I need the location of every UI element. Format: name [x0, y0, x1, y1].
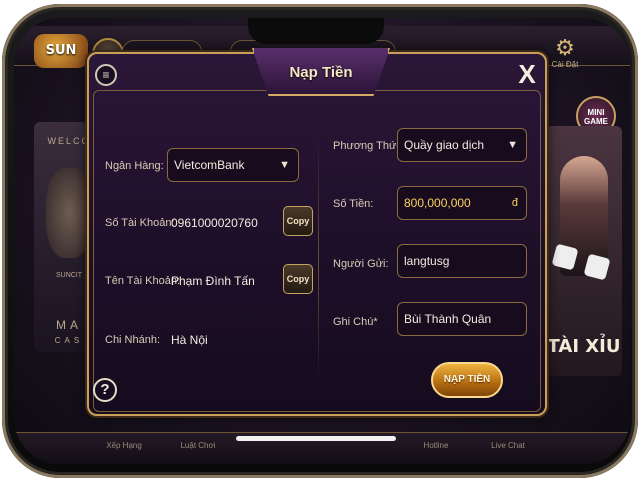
- copy-account-name-button[interactable]: Copy: [283, 264, 313, 294]
- deposit-modal: Nạp Tiền X ≡ Ngân Hàng: VietcomBank ▼ Số…: [87, 48, 547, 416]
- branch-value: Hà Nội: [171, 333, 208, 347]
- receipt-icon[interactable]: ≡: [95, 64, 117, 86]
- copy-account-number-button[interactable]: Copy: [283, 206, 313, 236]
- taixiu-label: TÀI XỈU: [547, 336, 621, 357]
- bottom-item-live-chat[interactable]: Live Chat: [478, 441, 538, 450]
- game-logo: SUN: [34, 34, 88, 68]
- sender-value: langtusg: [404, 254, 450, 268]
- bank-label: Ngân Hàng:: [105, 160, 164, 172]
- bottom-item-ranking[interactable]: Xếp Hạng: [94, 441, 154, 450]
- bottom-item-hotline[interactable]: Hotline: [406, 441, 466, 450]
- method-select[interactable]: Quầy giao dịch ▼: [397, 128, 527, 162]
- home-indicator: [236, 436, 396, 441]
- sender-input[interactable]: langtusg: [397, 244, 527, 278]
- phone-notch: [248, 18, 384, 44]
- note-input[interactable]: Bùi Thành Quân: [397, 302, 527, 336]
- bank-select-value: VietcomBank: [174, 158, 245, 172]
- sender-label: Người Gửi:: [333, 258, 389, 270]
- branch-label: Chi Nhánh:: [105, 334, 161, 346]
- casino-emblem: [46, 168, 92, 258]
- close-button[interactable]: X: [513, 60, 541, 88]
- gear-icon: ⚙: [555, 35, 575, 60]
- amount-input[interactable]: 800,000,000 đ: [397, 186, 527, 220]
- settings-label: Cài Đặt: [551, 60, 579, 69]
- column-divider: [318, 134, 319, 384]
- account-name-value: Phạm Đình Tấn: [171, 274, 255, 288]
- method-select-value: Quầy giao dịch: [404, 138, 485, 152]
- taixiu-promo-banner[interactable]: TÀI XỈU: [546, 126, 622, 376]
- amount-value: 800,000,000: [404, 196, 471, 210]
- currency-unit: đ: [511, 197, 518, 209]
- amount-label: Số Tiền:: [333, 198, 374, 210]
- method-label: Phương Thức:: [333, 140, 405, 152]
- account-name-label: Tên Tài Khoản:: [105, 275, 181, 287]
- help-icon[interactable]: ?: [93, 378, 117, 402]
- chevron-down-icon: ▼: [279, 159, 290, 171]
- account-number-value: 0961000020760: [171, 216, 258, 230]
- account-number-label: Số Tài Khoản:: [105, 217, 175, 229]
- deposit-submit-button[interactable]: NẠP TIỀN: [431, 362, 503, 398]
- note-label: Ghi Chú*: [333, 316, 378, 328]
- dice-icon: [583, 253, 611, 281]
- bottom-item-rules[interactable]: Luật Chơi: [168, 441, 228, 450]
- modal-title: Nạp Tiền: [289, 64, 353, 81]
- note-value: Bùi Thành Quân: [404, 312, 492, 326]
- chevron-down-icon: ▼: [507, 139, 518, 151]
- settings-button[interactable]: ⚙ Cài Đặt: [548, 36, 582, 82]
- bank-select[interactable]: VietcomBank ▼: [167, 148, 299, 182]
